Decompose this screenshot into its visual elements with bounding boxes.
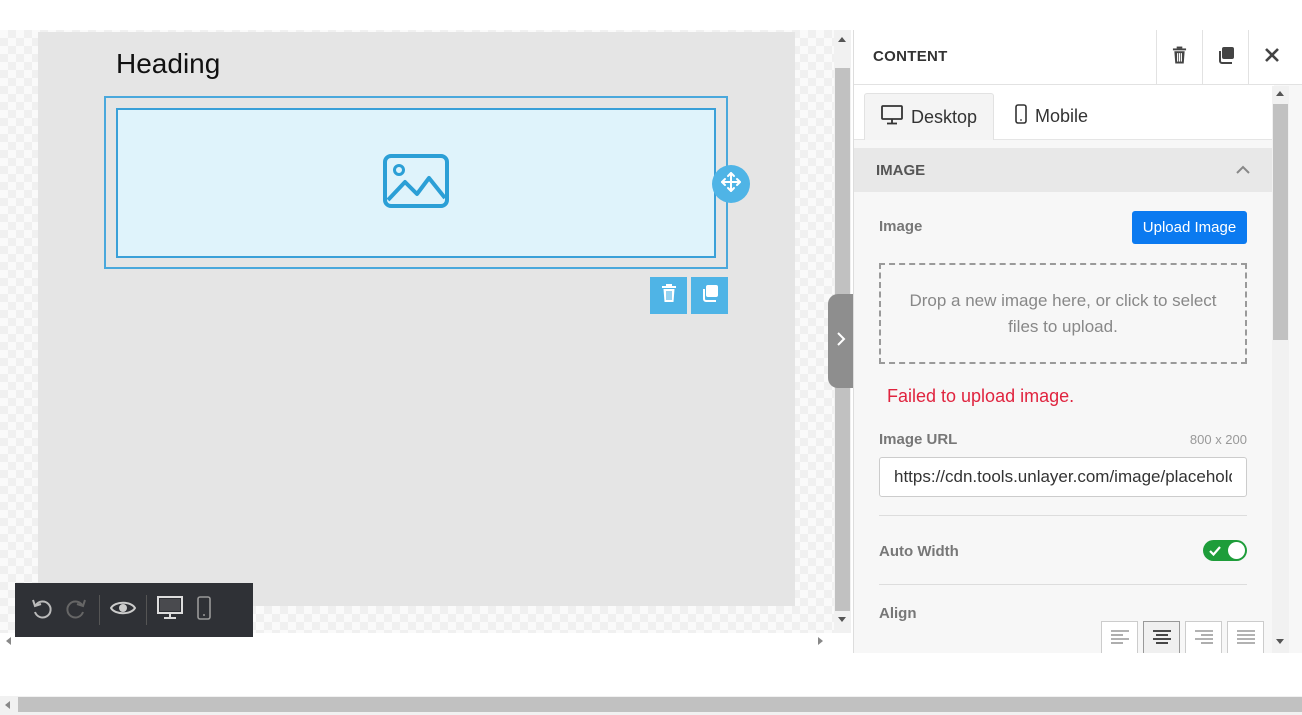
scroll-left-icon[interactable]	[5, 701, 10, 709]
auto-width-toggle[interactable]	[1203, 540, 1247, 561]
editor-app: Heading CONTENT Desktop Mobile IMAGE Ima…	[0, 0, 1302, 715]
panel-title: CONTENT	[873, 48, 948, 65]
editor-toolbar	[15, 583, 253, 637]
preview-button[interactable]	[106, 593, 140, 627]
mobile-icon	[1015, 104, 1027, 129]
scrollbar-thumb[interactable]	[1273, 104, 1288, 340]
align-left-button[interactable]	[1101, 621, 1138, 653]
desktop-icon	[881, 104, 903, 130]
align-left-icon	[1110, 630, 1129, 649]
panel-vertical-scrollbar[interactable]	[1272, 86, 1289, 653]
image-url-input[interactable]	[879, 457, 1247, 497]
tab-mobile-label: Mobile	[1035, 106, 1089, 126]
divider	[879, 515, 1247, 516]
mobile-view-button[interactable]	[187, 593, 221, 627]
duplicate-block-button[interactable]	[691, 277, 728, 314]
chevron-right-icon	[836, 331, 846, 352]
image-icon	[383, 153, 449, 213]
scroll-down-icon[interactable]	[1276, 639, 1284, 644]
desktop-view-button[interactable]	[153, 593, 187, 627]
close-icon	[1264, 47, 1280, 68]
chevron-up-icon	[1236, 161, 1250, 179]
close-button[interactable]	[1248, 30, 1294, 85]
duplicate-button[interactable]	[1202, 30, 1248, 85]
scroll-right-icon[interactable]	[818, 637, 823, 645]
scroll-up-icon[interactable]	[838, 37, 846, 42]
toolbar-divider	[146, 595, 147, 625]
scrollbar-thumb[interactable]	[18, 697, 1302, 712]
heading-block[interactable]: Heading	[116, 48, 220, 80]
auto-width-label: Auto Width	[879, 543, 959, 560]
align-right-button[interactable]	[1185, 621, 1222, 653]
align-justify-button[interactable]	[1227, 621, 1264, 653]
content-panel: CONTENT Desktop Mobile IMAGE Image Uploa…	[853, 30, 1302, 653]
divider	[879, 584, 1247, 585]
align-label: Align	[879, 605, 917, 622]
redo-button[interactable]	[59, 593, 93, 627]
scroll-up-icon[interactable]	[1276, 91, 1284, 96]
eye-icon	[109, 599, 137, 622]
trash-icon	[661, 284, 677, 307]
device-tabs: Desktop Mobile	[854, 85, 1274, 140]
page-horizontal-scrollbar[interactable]	[0, 696, 1302, 715]
email-body[interactable]: Heading	[38, 32, 795, 606]
duplicate-icon	[701, 284, 719, 307]
delete-block-button[interactable]	[650, 277, 687, 314]
image-block-selected[interactable]	[104, 96, 728, 269]
align-right-icon	[1194, 630, 1213, 649]
panel-header: CONTENT	[854, 30, 1302, 85]
mobile-icon	[197, 595, 211, 625]
panel-collapse-button[interactable]	[828, 294, 854, 388]
align-center-icon	[1152, 630, 1171, 649]
section-title: IMAGE	[876, 161, 926, 179]
align-justify-icon	[1236, 630, 1255, 649]
upload-image-button[interactable]: Upload Image	[1132, 211, 1247, 244]
image-dropzone[interactable]: Drop a new image here, or click to selec…	[879, 263, 1247, 364]
duplicate-icon	[1217, 46, 1235, 69]
undo-button[interactable]	[25, 593, 59, 627]
editor-canvas: Heading	[0, 30, 834, 633]
redo-icon	[64, 596, 88, 625]
image-placeholder[interactable]	[116, 108, 716, 258]
image-dimensions: 800 x 200	[1189, 432, 1247, 447]
image-label: Image	[879, 218, 923, 235]
check-icon	[1209, 544, 1221, 562]
align-center-button[interactable]	[1143, 621, 1180, 653]
move-handle[interactable]	[712, 165, 750, 203]
trash-icon	[1172, 46, 1187, 69]
toolbar-divider	[99, 595, 100, 625]
image-url-label: Image URL	[879, 431, 958, 448]
scroll-left-icon[interactable]	[6, 637, 11, 645]
toggle-knob	[1228, 542, 1245, 559]
move-icon	[720, 171, 742, 198]
image-section-header[interactable]: IMAGE	[854, 148, 1272, 192]
tab-mobile[interactable]: Mobile	[999, 93, 1104, 140]
desktop-icon	[157, 595, 183, 625]
tab-desktop[interactable]: Desktop	[864, 93, 995, 140]
undo-icon	[30, 596, 54, 625]
upload-error-message: Failed to upload image.	[887, 386, 1075, 406]
scroll-down-icon[interactable]	[838, 617, 846, 622]
delete-button[interactable]	[1156, 30, 1202, 85]
dropzone-text: Drop a new image here, or click to selec…	[909, 290, 1217, 336]
tab-desktop-label: Desktop	[911, 106, 978, 127]
